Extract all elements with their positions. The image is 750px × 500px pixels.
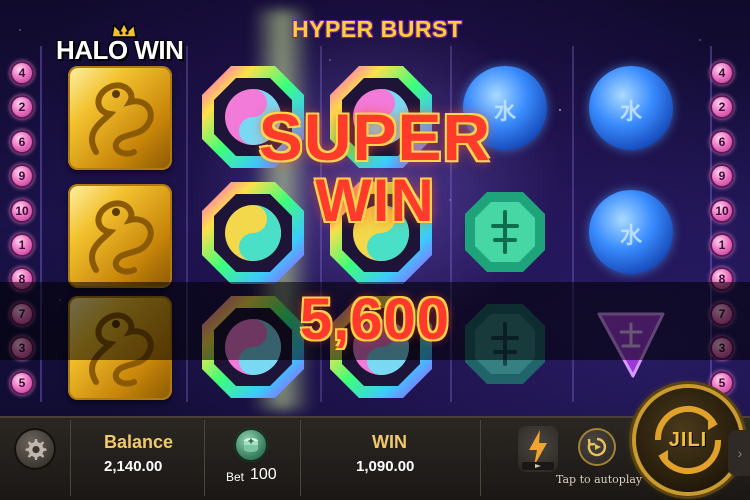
golden-dragon-symbol	[68, 66, 172, 170]
game-title: HYPER BURST	[292, 16, 463, 42]
payline-marker: 10	[10, 198, 34, 223]
super-win-line2: WIN	[315, 167, 435, 234]
autoplay-hint: Tap to autoplay	[556, 473, 643, 486]
bar-divider	[204, 420, 205, 496]
bar-divider	[480, 420, 481, 496]
spin-button[interactable]: JILI	[636, 388, 740, 492]
gear-icon	[25, 439, 47, 460]
super-win-banner: SUPER WIN	[235, 100, 515, 234]
payline-marker: 10	[710, 198, 734, 223]
chevron-right-icon: ›	[737, 445, 743, 461]
turbo-button[interactable]	[518, 426, 558, 472]
balance-value: 2,140.00	[104, 458, 163, 475]
bet-button[interactable]	[234, 428, 268, 462]
water-glyph: 水	[619, 99, 642, 124]
bet-value: 100	[250, 466, 277, 483]
payline-marker: 5	[10, 370, 34, 395]
settings-button[interactable]	[14, 428, 56, 470]
bar-divider	[300, 420, 301, 496]
game-stage: HALO WIN HYPER BURST 42691018735 4269101…	[0, 0, 750, 500]
lightning-icon	[522, 430, 554, 470]
payline-marker: 4	[10, 61, 34, 85]
autoplay-cycle-icon	[587, 437, 607, 457]
spin-arrows-icon	[654, 405, 722, 475]
bet-label: Bet	[226, 470, 245, 484]
dragon-icon	[89, 82, 154, 157]
crown-icon	[111, 21, 137, 38]
payline-marker: 9	[710, 164, 734, 189]
win-amount: 5,600	[299, 287, 451, 352]
autoplay-button[interactable]	[578, 428, 616, 466]
dragon-icon	[89, 200, 154, 275]
coin-stack-icon	[244, 438, 258, 452]
win-label: WIN	[372, 432, 407, 452]
balance-label: Balance	[104, 432, 174, 452]
water-glyph: 水	[619, 223, 642, 248]
brand-logo: HALO WIN	[56, 21, 184, 66]
payline-marker: 1	[10, 233, 34, 257]
blue-water-orb-symbol: 水	[589, 66, 673, 150]
blue-water-orb-symbol: 水	[589, 190, 673, 274]
win-value: 1,090.00	[356, 458, 415, 475]
payline-marker: 6	[10, 129, 34, 154]
super-win-line1: SUPER	[258, 100, 492, 174]
golden-dragon-symbol	[68, 184, 172, 288]
payline-marker: 4	[710, 61, 734, 85]
payline-marker: 6	[710, 129, 734, 154]
payline-marker: 9	[10, 164, 34, 189]
bar-divider	[70, 420, 71, 496]
side-menu-tab[interactable]: ›	[728, 430, 750, 476]
payline-marker: 1	[710, 233, 734, 257]
